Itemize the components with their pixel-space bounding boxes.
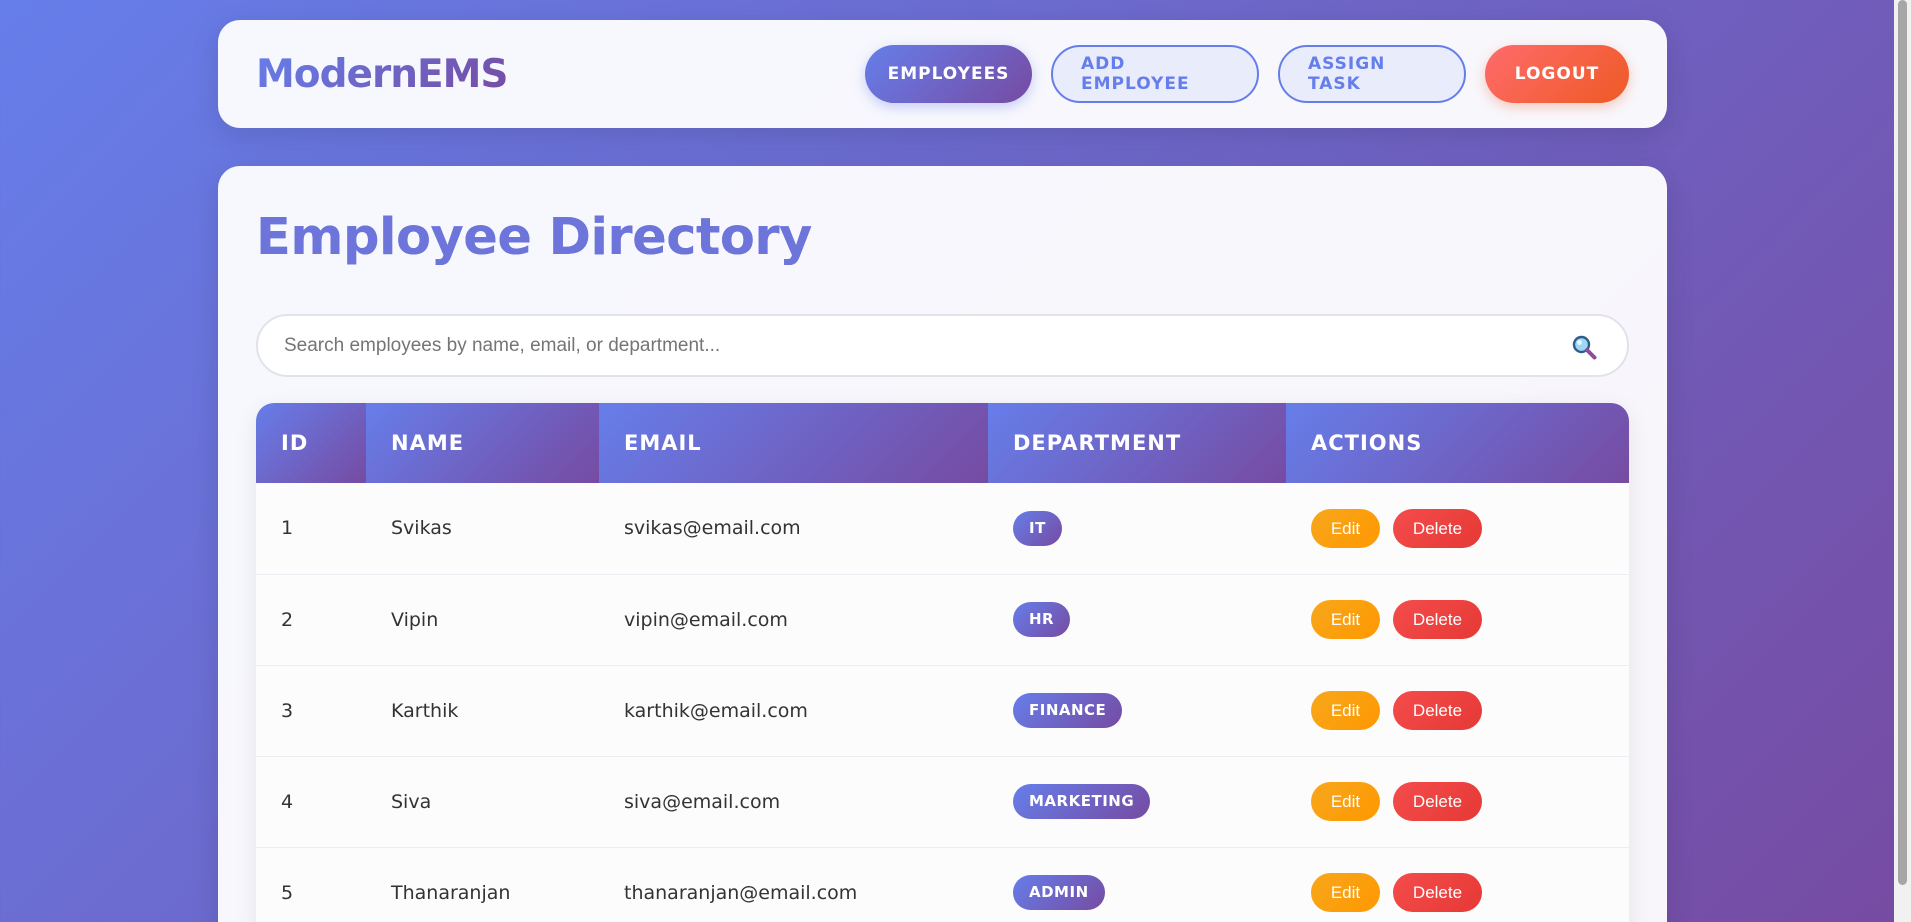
nav-employees-button[interactable]: EMPLOYEES — [865, 45, 1032, 103]
main-card: Employee Directory ID NAME EMAIL DEPARTM… — [218, 166, 1667, 922]
cell-name: Svikas — [366, 483, 599, 575]
department-badge: IT — [1013, 510, 1062, 546]
column-header-name[interactable]: NAME — [366, 403, 599, 483]
cell-department: HR — [988, 574, 1286, 666]
nav-assign-task-button[interactable]: ASSIGN TASK — [1278, 45, 1466, 103]
cell-actions: Edit Delete — [1286, 665, 1629, 757]
page-scrollbar[interactable] — [1894, 0, 1911, 922]
delete-button[interactable]: Delete — [1393, 508, 1482, 548]
table-header-row: ID NAME EMAIL DEPARTMENT ACTIONS — [256, 403, 1629, 483]
table-row: 1 Svikas svikas@email.com IT Edit Delete — [256, 483, 1629, 575]
cell-name: Vipin — [366, 574, 599, 666]
department-badge: MARKETING — [1013, 784, 1151, 819]
app-logo[interactable]: ModernEMS — [256, 52, 509, 97]
cell-id: 1 — [256, 483, 366, 575]
department-badge: HR — [1013, 602, 1071, 637]
scrollbar-thumb[interactable] — [1898, 0, 1907, 885]
cell-name: Thanaranjan — [366, 847, 599, 922]
department-badge: FINANCE — [1013, 693, 1123, 728]
table-row: 5 Thanaranjan thanaranjan@email.com ADMI… — [256, 847, 1629, 922]
cell-id: 3 — [256, 665, 366, 757]
delete-button[interactable]: Delete — [1393, 600, 1482, 639]
cell-email: thanaranjan@email.com — [599, 847, 988, 922]
cell-department: ADMIN — [988, 847, 1286, 922]
table-row: 4 Siva siva@email.com MARKETING Edit Dele… — [256, 756, 1629, 848]
search-icon[interactable] — [1571, 334, 1597, 360]
cell-actions: Edit Delete — [1286, 574, 1629, 666]
logout-button[interactable]: LOGOUT — [1485, 45, 1629, 103]
cell-email: svikas@email.com — [599, 483, 988, 575]
search-input[interactable] — [258, 316, 1627, 375]
edit-button[interactable]: Edit — [1311, 508, 1380, 548]
cell-id: 4 — [256, 756, 366, 848]
column-header-id[interactable]: ID — [256, 403, 366, 483]
cell-department: FINANCE — [988, 665, 1286, 757]
cell-id: 2 — [256, 574, 366, 666]
table-row: 2 Vipin vipin@email.com HR Edit Delete — [256, 574, 1629, 666]
edit-button[interactable]: Edit — [1311, 600, 1380, 639]
nav-buttons: EMPLOYEES ADD EMPLOYEE ASSIGN TASK LOGOU… — [865, 45, 1629, 103]
column-header-department[interactable]: DEPARTMENT — [988, 403, 1286, 483]
cell-email: karthik@email.com — [599, 665, 988, 757]
column-header-actions: ACTIONS — [1286, 403, 1629, 483]
cell-department: MARKETING — [988, 756, 1286, 848]
delete-button[interactable]: Delete — [1393, 691, 1482, 730]
cell-id: 5 — [256, 847, 366, 922]
cell-actions: Edit Delete — [1286, 483, 1629, 575]
page-title: Employee Directory — [256, 206, 1629, 270]
cell-name: Siva — [366, 756, 599, 848]
cell-name: Karthik — [366, 665, 599, 757]
department-badge: ADMIN — [1013, 875, 1105, 910]
cell-actions: Edit Delete — [1286, 847, 1629, 922]
table-row: 3 Karthik karthik@email.com FINANCE Edit… — [256, 665, 1629, 757]
cell-email: siva@email.com — [599, 756, 988, 848]
employee-table: ID NAME EMAIL DEPARTMENT ACTIONS 1 Svika… — [256, 403, 1629, 922]
edit-button[interactable]: Edit — [1311, 782, 1380, 821]
edit-button[interactable]: Edit — [1311, 691, 1380, 730]
column-header-email[interactable]: EMAIL — [599, 403, 988, 483]
top-navbar: ModernEMS EMPLOYEES ADD EMPLOYEE ASSIGN … — [218, 20, 1667, 128]
nav-add-employee-button[interactable]: ADD EMPLOYEE — [1051, 45, 1259, 103]
delete-button[interactable]: Delete — [1393, 782, 1482, 821]
cell-actions: Edit Delete — [1286, 756, 1629, 848]
search-bar — [256, 314, 1629, 377]
edit-button[interactable]: Edit — [1311, 873, 1380, 912]
delete-button[interactable]: Delete — [1393, 873, 1482, 912]
cell-department: IT — [988, 483, 1286, 575]
cell-email: vipin@email.com — [599, 574, 988, 666]
